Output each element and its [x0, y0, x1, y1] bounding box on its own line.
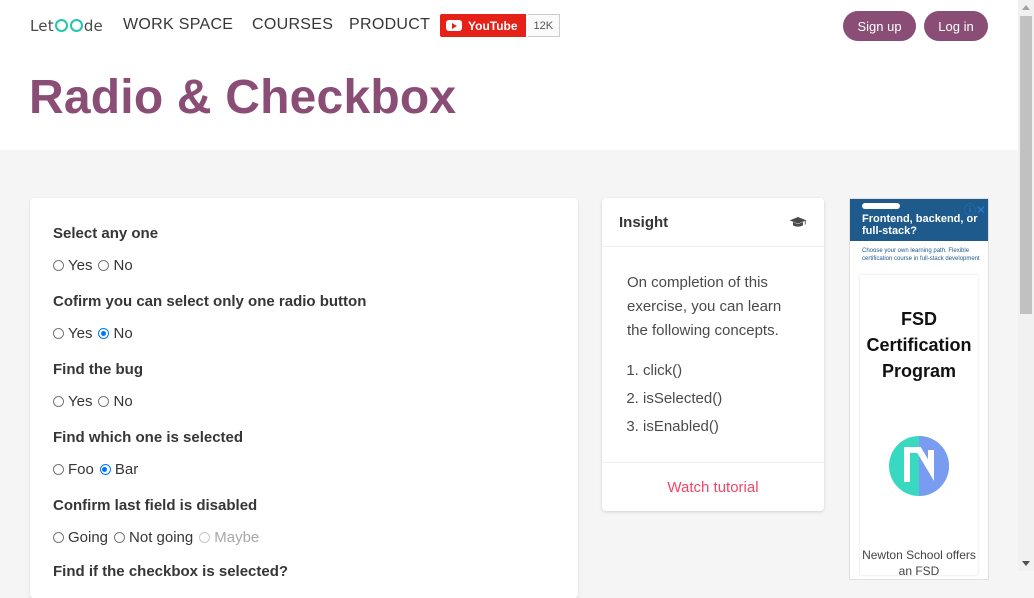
youtube-button[interactable]: YouTube [440, 14, 526, 37]
radio-button[interactable] [53, 532, 64, 543]
question-label: Find the bug [53, 361, 143, 378]
radio-label: Yes [68, 393, 93, 410]
radio-label: Not going [129, 529, 194, 546]
radio-button[interactable] [114, 532, 126, 543]
ad-brand-logo [862, 203, 900, 209]
insight-title: Insight [619, 213, 669, 231]
nav-workspace[interactable]: WORK SPACE [123, 16, 233, 34]
watch-tutorial-link[interactable]: Watch tutorial [602, 462, 824, 511]
radio-button[interactable] [98, 260, 110, 271]
question-label: Confirm last field is disabled [53, 497, 258, 514]
youtube-label: YouTube [468, 18, 518, 33]
ad-footer-text: Newton School offers an FSD [862, 548, 976, 578]
radio-button[interactable] [98, 396, 110, 407]
list-item: isEnabled() [643, 413, 799, 441]
letcode-logo[interactable]: Let de [30, 17, 103, 35]
radio-button[interactable] [53, 260, 64, 271]
top-header: Let de WORK SPACE COURSES PRODUCT YouTube… [0, 0, 1018, 150]
radio-button-checked[interactable] [98, 328, 110, 339]
scroll-down-arrow-icon[interactable] [1022, 561, 1030, 566]
insight-card: Insight On completion of this exercise, … [602, 198, 824, 511]
question-label: Cofirm you can select only one radio but… [53, 293, 367, 310]
insight-concepts-list: click() isSelected() isEnabled() [627, 357, 799, 441]
radio-label: Maybe [214, 529, 260, 546]
radio-button-disabled [199, 532, 211, 543]
insight-description: On completion of this exercise, you can … [627, 274, 782, 339]
question-label: Find which one is selected [53, 429, 244, 446]
page-title: Radio & Checkbox [29, 71, 457, 124]
ad-subtext: Choose your own learning path. Flexible … [862, 248, 980, 262]
insight-body: On completion of this exercise, you can … [602, 247, 824, 441]
radio-button[interactable] [53, 464, 64, 475]
nav-courses[interactable]: COURSES [252, 16, 333, 34]
scrollbar-thumb[interactable] [1020, 16, 1032, 314]
logo-text-prefix: Let [30, 17, 54, 35]
radio-label: No [113, 393, 133, 410]
radio-button-checked[interactable] [99, 464, 111, 475]
radio-label: No [113, 257, 133, 274]
radio-label: No [113, 325, 133, 342]
ad-card[interactable]: FSD Certification Program Newton School … [860, 275, 978, 578]
signup-button[interactable]: Sign up [843, 11, 916, 41]
advertisement[interactable]: Frontend, backend, or full-stack? ⓘ✕ Cho… [849, 198, 989, 580]
graduation-cap-icon [789, 217, 807, 227]
radio-option[interactable]: Bar [99, 461, 139, 478]
question-label: Find if the checkbox is selected? [53, 563, 289, 580]
radio-option[interactable]: No [98, 393, 133, 410]
option-group: Yes No [53, 325, 139, 342]
newton-school-logo-icon [889, 436, 949, 496]
radio-button[interactable] [53, 328, 64, 339]
radio-option[interactable]: Yes [53, 257, 92, 274]
list-item: isSelected() [643, 385, 799, 413]
login-button[interactable]: Log in [924, 11, 988, 41]
radio-label: Bar [114, 461, 139, 478]
radio-option[interactable]: Not going [114, 529, 193, 546]
radio-label: Foo [68, 461, 94, 478]
radio-label: Yes [68, 325, 93, 342]
radio-option[interactable]: No [98, 325, 133, 342]
vertical-scrollbar[interactable] [1018, 0, 1034, 571]
radio-option[interactable]: Going [53, 529, 108, 546]
radio-button[interactable] [53, 396, 64, 407]
radio-label: Yes [68, 257, 93, 274]
radio-label: Going [68, 529, 109, 546]
nav-product[interactable]: PRODUCT [349, 16, 430, 34]
radio-option[interactable]: Foo [53, 461, 94, 478]
youtube-play-icon [446, 20, 462, 31]
ad-card-title: FSD Certification Program [866, 309, 972, 381]
question-label: Select any one [53, 225, 159, 242]
youtube-subscriber-count: 12K [527, 14, 561, 37]
ad-close-icon[interactable]: ⓘ✕ [964, 201, 986, 218]
option-group: Yes No [53, 257, 139, 274]
radio-option[interactable]: Yes [53, 393, 92, 410]
radio-option[interactable]: Yes [53, 325, 92, 342]
option-group: Going Not going Maybe [53, 529, 265, 546]
youtube-subscribe[interactable]: YouTube 12K [440, 14, 561, 37]
insight-header: Insight [602, 198, 824, 247]
logo-o-icon [69, 19, 83, 32]
option-group: Yes No [53, 393, 139, 410]
logo-text-suffix: de [83, 17, 103, 35]
list-item: click() [643, 357, 799, 385]
ad-banner[interactable]: Frontend, backend, or full-stack? ⓘ✕ [850, 199, 988, 241]
option-group: Foo Bar [53, 461, 144, 478]
radio-option-disabled: Maybe [199, 529, 259, 546]
radio-checkbox-card: Select any one Yes No Cofirm you can sel… [30, 198, 578, 598]
logo-c-icon [54, 19, 68, 32]
radio-option[interactable]: No [98, 257, 133, 274]
scroll-up-arrow-icon[interactable] [1022, 5, 1030, 10]
